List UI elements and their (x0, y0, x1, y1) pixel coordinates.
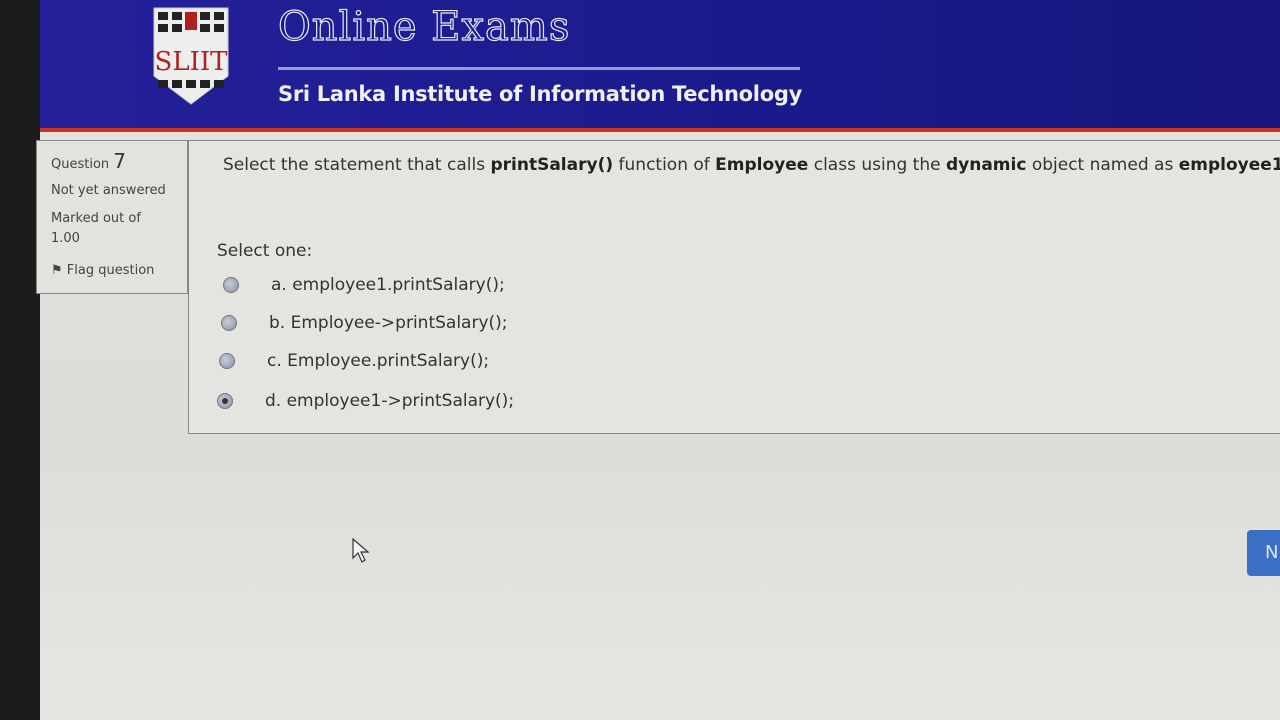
question-number-row: Question 7 (51, 149, 126, 173)
site-header: SLIIT Online Exams Sri Lanka Institute o… (40, 0, 1280, 132)
question-text-part: function of (613, 155, 716, 175)
radio-button[interactable] (221, 315, 237, 331)
sliit-logo: SLIIT (153, 7, 229, 105)
option-c[interactable]: c. Employee.printSalary(); (219, 351, 489, 371)
screen: SLIIT Online Exams Sri Lanka Institute o… (36, 0, 1280, 720)
option-a[interactable]: a. employee1.printSalary(); (223, 275, 505, 295)
flag-label: Flag question (66, 263, 155, 278)
marked-label: Marked out of (51, 211, 141, 226)
app-title: Online Exams (277, 3, 571, 50)
title-divider (278, 67, 800, 70)
next-page-button[interactable]: N (1247, 530, 1280, 576)
marked-value: 1.00 (51, 231, 80, 246)
question-text-bold: Employee (715, 155, 809, 175)
radio-button-selected[interactable] (217, 393, 233, 409)
svg-text:SLIIT: SLIIT (155, 47, 229, 77)
question-number: 7 (113, 149, 127, 173)
select-one-label: Select one: (217, 241, 313, 261)
option-label: d. employee1->printSalary(); (265, 391, 515, 411)
question-text-part: class using the (808, 155, 946, 175)
question-status: Not yet answered (51, 183, 166, 198)
radio-button[interactable] (219, 353, 235, 369)
institute-name: Sri Lanka Institute of Information Techn… (278, 82, 802, 106)
option-d[interactable]: d. employee1->printSalary(); (217, 391, 514, 411)
question-text-part: object named as (1026, 155, 1179, 175)
question-text: Select the statement that calls printSal… (223, 155, 1280, 175)
radio-button[interactable] (223, 277, 239, 293)
option-label: c. Employee.printSalary(); (267, 351, 490, 371)
question-info-panel: Question 7 Not yet answered Marked out o… (36, 140, 188, 294)
question-text-part: Select the statement that calls (223, 155, 491, 175)
question-content: Select the statement that calls printSal… (188, 140, 1280, 434)
question-label: Question (51, 157, 110, 172)
mouse-pointer-icon (352, 538, 370, 563)
option-label: a. employee1.printSalary(); (271, 275, 505, 295)
flag-icon: ⚑ (51, 263, 63, 278)
question-text-bold: printSalary() (490, 155, 614, 175)
question-text-bold: dynamic (945, 155, 1027, 175)
question-text-bold: employee1 (1178, 155, 1280, 175)
option-label: b. Employee->printSalary(); (269, 313, 508, 333)
flag-question-link[interactable]: ⚑ Flag question (51, 263, 154, 278)
option-b[interactable]: b. Employee->printSalary(); (221, 313, 508, 333)
